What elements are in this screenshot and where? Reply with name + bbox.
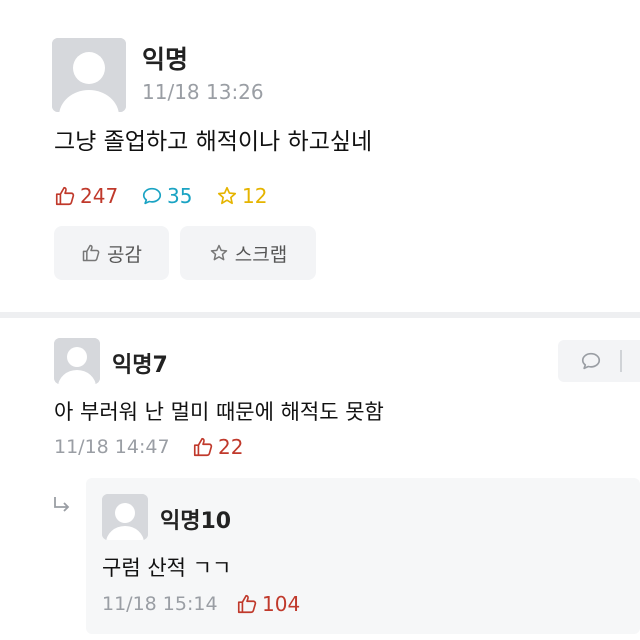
thumbs-up-icon xyxy=(55,186,75,206)
comment-author-name: 익명7 xyxy=(112,353,168,378)
speech-bubble-icon xyxy=(142,187,162,205)
like-count-value: 247 xyxy=(80,184,119,208)
comment-content: 아 부러워 난 멀미 때문에 해적도 못함 xyxy=(54,400,384,424)
reply-content: 구럼 산적 ㄱㄱ xyxy=(102,556,232,580)
thumbs-up-icon xyxy=(193,437,213,457)
star-icon xyxy=(210,244,228,261)
comment-like-count: 22 xyxy=(192,435,243,459)
thumbs-up-icon xyxy=(237,594,257,614)
section-divider xyxy=(0,312,640,318)
like-button-label: 공감 xyxy=(107,243,142,266)
post-author-name: 익명 xyxy=(142,45,189,74)
post-scrap-count: 12 xyxy=(216,184,267,208)
comment-actions xyxy=(558,340,640,382)
thumbs-up-icon xyxy=(82,244,100,262)
post-author-avatar[interactable] xyxy=(52,38,126,112)
post-content: 그냥 졸업하고 해적이나 하고싶네 xyxy=(54,129,373,155)
post-comment-count: 35 xyxy=(141,184,192,208)
reply-like-count: 104 xyxy=(236,592,300,616)
scrap-count-value: 12 xyxy=(242,184,268,208)
comment-timestamp: 11/18 14:47 xyxy=(54,436,170,458)
scrap-button[interactable]: 스크랩 xyxy=(180,226,316,280)
scrap-button-label: 스크랩 xyxy=(234,243,288,266)
reply-author-name: 익명10 xyxy=(160,509,232,534)
actions-divider xyxy=(620,350,622,372)
comment-like-value: 22 xyxy=(218,435,244,459)
star-icon xyxy=(217,186,237,205)
post-like-count: 247 xyxy=(54,184,118,208)
like-button[interactable]: 공감 xyxy=(54,226,169,280)
post-timestamp: 11/18 13:26 xyxy=(142,80,264,104)
comment-count-value: 35 xyxy=(167,184,193,208)
reply-timestamp: 11/18 15:14 xyxy=(102,593,218,615)
reply-author-avatar[interactable] xyxy=(102,494,148,540)
comment-author-avatar[interactable] xyxy=(54,338,100,384)
reply-arrow-icon xyxy=(54,497,70,512)
reply-like-value: 104 xyxy=(262,592,301,616)
reply-comment-icon[interactable] xyxy=(580,350,602,372)
